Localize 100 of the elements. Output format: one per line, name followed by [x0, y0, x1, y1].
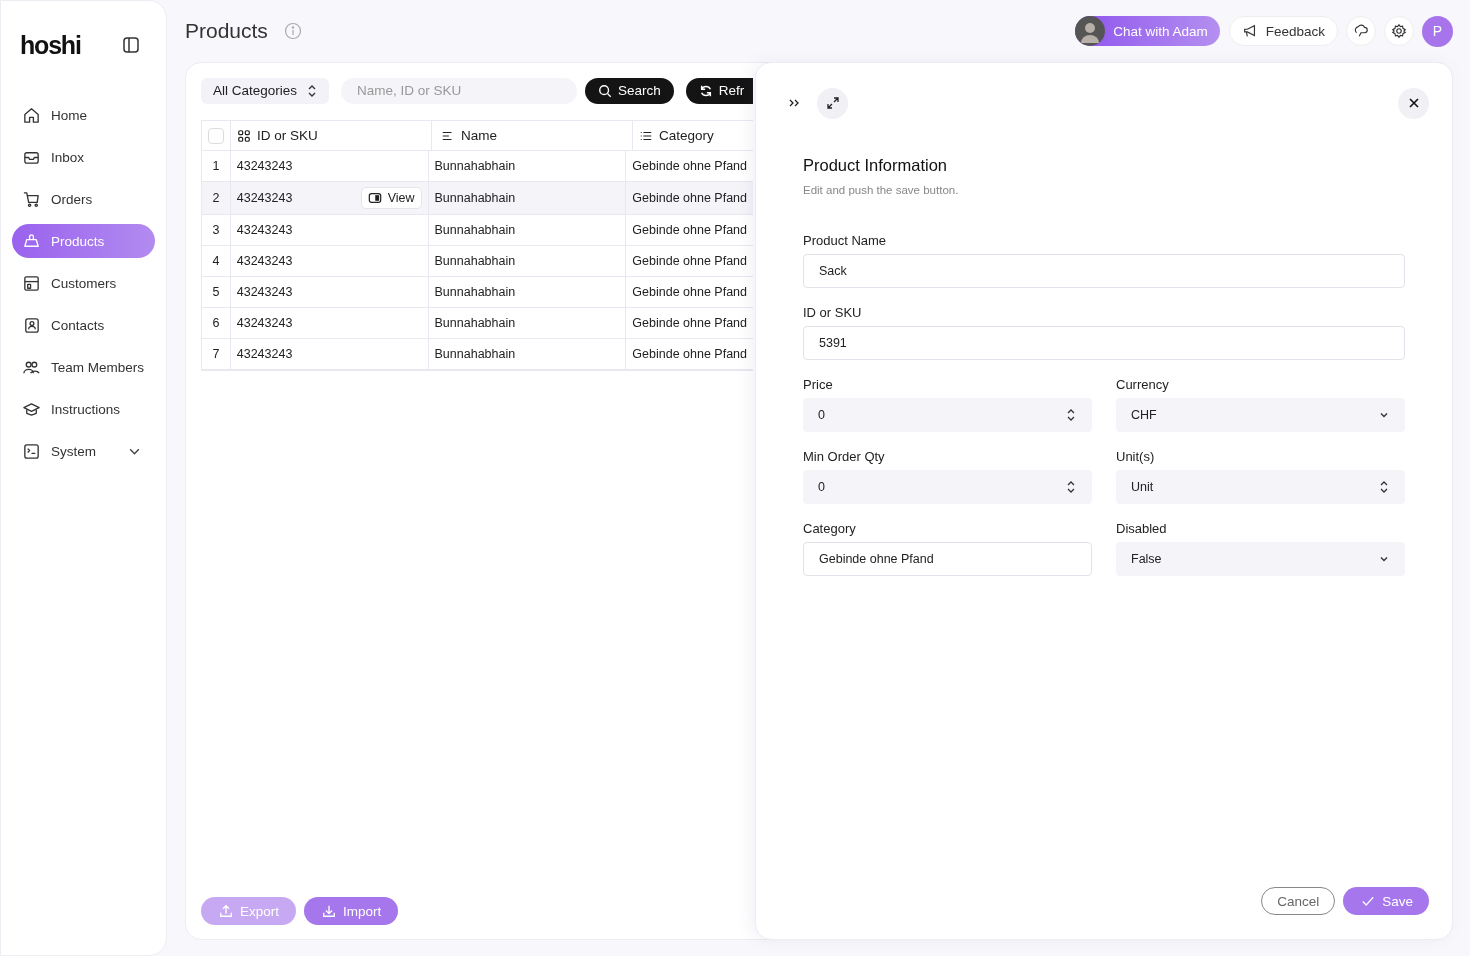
settings-button[interactable] [1384, 16, 1414, 46]
avatar-icon [1075, 16, 1106, 46]
field-label: Disabled [1116, 521, 1168, 536]
table-cell: 43243243 [236, 159, 293, 173]
column-header[interactable]: Name [432, 121, 633, 150]
table-row[interactable]: 4 43243243 Bunnahabhain Gebinde ohne Pfand [202, 246, 753, 277]
nav-item[interactable]: Team Members [12, 350, 155, 384]
table-cell: Gebinde ohne Pfand [632, 223, 747, 237]
row-number: 5 [212, 285, 220, 299]
table-cell: Gebinde ohne Pfand [632, 254, 747, 268]
home-icon [22, 105, 41, 125]
refresh-icon [698, 83, 713, 98]
table-cell: Bunnahabhain [434, 347, 516, 361]
close-button[interactable] [1398, 87, 1429, 119]
dropdown-field[interactable]: CHF [1116, 398, 1405, 432]
field-label: ID or SKU [803, 305, 863, 320]
input-field[interactable]: Sack [803, 254, 1405, 288]
page-title: Products [185, 19, 268, 43]
column-header[interactable]: Category [633, 121, 753, 150]
row-number: 3 [212, 223, 220, 237]
category-select[interactable]: All Categories [201, 77, 330, 104]
feedback-button[interactable]: Feedback [1228, 16, 1338, 46]
table-cell: 43243243 [236, 285, 293, 299]
table-row[interactable]: 7 43243243 Bunnahabhain Gebinde ohne Pfand [202, 339, 753, 370]
search-button[interactable]: Search [585, 77, 674, 104]
field-label: Price [803, 377, 834, 392]
contact-icon [22, 315, 41, 335]
upload-icon [219, 904, 233, 918]
table-cell: 43243243 [236, 191, 293, 205]
logo: hoshi [20, 30, 81, 60]
updown-icon [307, 83, 318, 98]
stepper-icon [1066, 480, 1076, 494]
stepper-icon [1066, 408, 1076, 422]
terminal-icon [22, 441, 41, 461]
stepper-icon [1379, 480, 1389, 494]
table-cell: 43243243 [236, 316, 293, 330]
input-field[interactable]: 5391 [803, 326, 1405, 360]
refresh-button[interactable]: Refr [685, 77, 753, 104]
field-label: Min Order Qty [803, 449, 886, 464]
nav-item[interactable]: Orders [12, 182, 155, 216]
nav-item[interactable]: Home [12, 98, 155, 132]
expand-icon [825, 96, 840, 110]
table-cell: 43243243 [236, 223, 293, 237]
select-all-checkbox[interactable] [208, 127, 224, 144]
table-cell: Bunnahabhain [434, 191, 516, 205]
search-field[interactable]: Name, ID or SKU [341, 77, 578, 104]
search-icon [598, 83, 613, 98]
settings-icon [1391, 23, 1407, 39]
dropdown-field[interactable]: False [1116, 542, 1405, 576]
nav-item[interactable]: System [12, 434, 155, 468]
table-cell: 43243243 [236, 347, 293, 361]
input-field[interactable]: Gebinde ohne Pfand [803, 542, 1092, 576]
table-cell: Bunnahabhain [434, 254, 516, 268]
stepper-field[interactable]: 0 [803, 470, 1092, 504]
row-number: 7 [212, 347, 220, 361]
stepper-field[interactable]: 0 [803, 398, 1092, 432]
table-row[interactable]: 2 43243243 View Bunnahabhain Gebinde ohne Pfand [202, 182, 753, 215]
grid-icon [237, 128, 251, 143]
row-number: 1 [212, 159, 220, 173]
table-cell: Gebinde ohne Pfand [632, 316, 747, 330]
table-cell: Bunnahabhain [434, 223, 516, 237]
table-cell: Gebinde ohne Pfand [632, 285, 747, 299]
field-label: Category [803, 521, 857, 536]
field-label: Product Name [803, 233, 888, 248]
cancel-button[interactable]: Cancel [1261, 887, 1336, 915]
table-cell: Bunnahabhain [434, 285, 516, 299]
nav-item[interactable]: Inbox [12, 140, 155, 174]
table-row[interactable]: 5 43243243 Bunnahabhain Gebinde ohne Pfand [202, 277, 753, 308]
table-row[interactable]: 3 43243243 Bunnahabhain Gebinde ohne Pfand [202, 215, 753, 246]
view-button[interactable]: View [360, 187, 422, 209]
row-number: 2 [212, 191, 220, 205]
stepper-field[interactable]: Unit [1116, 470, 1405, 504]
nav-item[interactable]: Customers [12, 266, 155, 300]
expand-button[interactable] [817, 87, 848, 119]
row-number: 4 [212, 254, 220, 268]
field-label: Unit(s) [1116, 449, 1156, 464]
table-row[interactable]: 6 43243243 Bunnahabhain Gebinde ohne Pfand [202, 308, 753, 339]
panel-icon [367, 191, 382, 205]
table-cell: Gebinde ohne Pfand [632, 347, 747, 361]
table-cell: 43243243 [236, 254, 293, 268]
cart-icon [22, 189, 41, 209]
field-label: Currency [1116, 377, 1170, 392]
chevron-down-icon [1379, 410, 1389, 420]
table-cell: Gebinde ohne Pfand [632, 159, 747, 173]
nav-item[interactable]: Contacts [12, 308, 155, 342]
chevron-down-icon [1379, 554, 1389, 564]
table-cell: Gebinde ohne Pfand [632, 191, 747, 205]
row-number: 6 [212, 316, 220, 330]
drawer-subtitle: Edit and push the save button. [803, 184, 960, 196]
check-icon [1361, 894, 1376, 908]
drawer-title: Product Information [803, 156, 948, 175]
table-cell: Bunnahabhain [434, 316, 516, 330]
column-header[interactable]: ID or SKU [231, 121, 432, 150]
nav-item[interactable]: Instructions [12, 392, 155, 426]
store-icon [22, 273, 41, 293]
close-icon [1407, 97, 1420, 109]
download-icon [322, 904, 337, 918]
table-cell: Bunnahabhain [434, 159, 516, 173]
sidebar-toggle-icon[interactable] [121, 35, 141, 55]
megaphone-icon [1241, 23, 1258, 39]
